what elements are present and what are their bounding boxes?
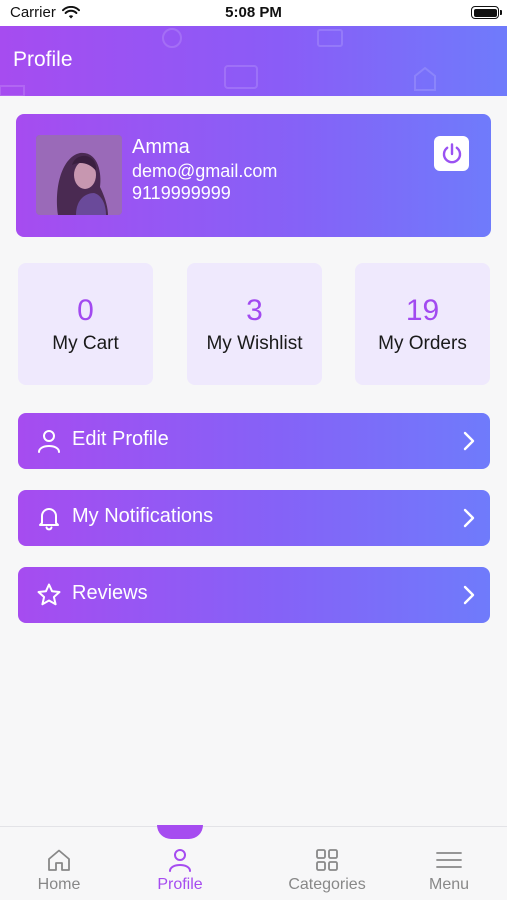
- reviews-label: Reviews: [72, 582, 148, 604]
- tab-home[interactable]: Home: [4, 847, 114, 894]
- active-tab-indicator: [157, 825, 203, 839]
- avatar-image: [36, 135, 122, 215]
- logout-button[interactable]: [434, 136, 469, 171]
- stat-orders[interactable]: 19 My Orders: [355, 263, 490, 385]
- chevron-right-icon: [463, 585, 475, 605]
- user-email: demo@gmail.com: [132, 161, 278, 181]
- orders-label: My Orders: [378, 333, 467, 354]
- tab-categories-label: Categories: [288, 876, 366, 893]
- edit-profile-button[interactable]: Edit Profile: [18, 413, 490, 469]
- orders-count: 19: [405, 294, 440, 327]
- wishlist-count: 3: [246, 294, 263, 327]
- tab-profile[interactable]: Profile: [125, 847, 235, 894]
- bell-icon: [39, 508, 59, 531]
- notifications-button[interactable]: My Notifications: [18, 490, 490, 546]
- wishlist-label: My Wishlist: [206, 333, 303, 354]
- star-icon: [37, 583, 61, 606]
- chevron-right-icon: [463, 431, 475, 451]
- bottom-tab-bar: Home Profile Categories Menu: [0, 825, 507, 900]
- page-title: Profile: [13, 48, 73, 71]
- grid-icon: [316, 849, 338, 871]
- profile-card: Amma demo@gmail.com 9119999999: [16, 114, 491, 237]
- app-header: Profile: [0, 26, 507, 96]
- reviews-button[interactable]: Reviews: [18, 567, 490, 623]
- chevron-right-icon: [463, 508, 475, 528]
- cart-count: 0: [77, 294, 94, 327]
- home-icon: [48, 849, 70, 871]
- clock: 5:08 PM: [225, 4, 282, 21]
- user-icon: [38, 430, 60, 453]
- edit-profile-label: Edit Profile: [72, 428, 169, 450]
- tab-categories[interactable]: Categories: [272, 847, 382, 894]
- tab-profile-label: Profile: [157, 876, 203, 893]
- hamburger-icon: [436, 852, 462, 868]
- header-pattern: [0, 28, 436, 96]
- tab-menu[interactable]: Menu: [394, 847, 504, 894]
- notifications-label: My Notifications: [72, 505, 214, 527]
- tab-menu-label: Menu: [428, 876, 470, 893]
- avatar: [36, 135, 122, 215]
- user-name: Amma: [132, 136, 190, 158]
- user-phone: 9119999999: [132, 183, 231, 203]
- stat-cart[interactable]: 0 My Cart: [18, 263, 153, 385]
- battery-icon: [471, 6, 502, 19]
- power-icon: [442, 142, 461, 163]
- tab-home-label: Home: [37, 876, 81, 893]
- user-icon: [169, 849, 191, 872]
- stat-wishlist[interactable]: 3 My Wishlist: [187, 263, 322, 385]
- status-bar: Carrier 5:08 PM: [0, 0, 507, 26]
- cart-label: My Cart: [52, 333, 119, 354]
